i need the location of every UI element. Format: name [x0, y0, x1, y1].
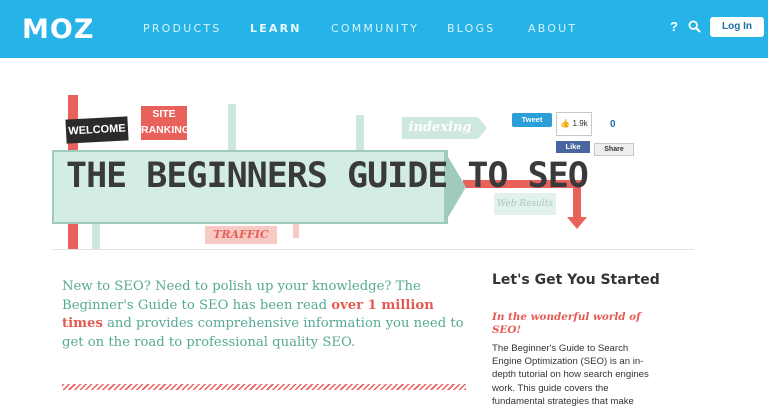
hero-connector-line	[92, 222, 100, 250]
nav-blogs[interactable]: BLOGS	[447, 22, 495, 35]
intro-paragraph: New to SEO? Need to polish up your knowl…	[62, 278, 464, 352]
hero-connector-line	[228, 104, 236, 150]
hatched-divider	[62, 384, 466, 390]
tweet-button[interactable]: Tweet	[512, 113, 552, 127]
arrow-down-icon	[567, 217, 587, 229]
site-ranking-sign: SITE RANKING	[141, 106, 190, 140]
login-button[interactable]: Log In	[710, 17, 764, 37]
thumbs-up-icon: 👍	[560, 119, 571, 128]
hero-pink-arrow	[293, 222, 299, 238]
sidebar-body: The Beginner's Guide to Search Engine Op…	[492, 343, 649, 407]
like-count-box: 👍 1.9k	[556, 112, 592, 136]
web-results-sign: Web Results	[494, 193, 556, 215]
help-icon[interactable]: ?	[670, 19, 678, 34]
hero-divider	[52, 249, 694, 250]
share-button[interactable]: Share	[594, 143, 634, 156]
welcome-sign: WELCOME	[65, 116, 129, 144]
traffic-sign: TRAFFIC	[205, 226, 277, 244]
indexing-sign: indexing	[402, 117, 478, 139]
moz-logo[interactable]: MOZ	[22, 14, 94, 45]
share-count: 0	[610, 119, 616, 130]
search-icon[interactable]	[688, 20, 701, 33]
nav-community[interactable]: COMMUNITY	[331, 22, 419, 35]
nav-learn[interactable]: LEARN	[250, 22, 302, 35]
hero-connector-line	[356, 115, 364, 150]
hero-title: THE BEGINNERS GUIDE TO SEO	[66, 156, 589, 196]
intro-text: and provides comprehensive information y…	[62, 316, 464, 350]
top-navigation-bar: MOZ PRODUCTS LEARN COMMUNITY BLOGS ABOUT…	[0, 0, 768, 58]
like-count: 1.9k	[572, 119, 588, 128]
sidebar-subtitle: In the wonderful world of SEO!	[492, 311, 641, 336]
nav-about[interactable]: ABOUT	[528, 22, 577, 35]
indexing-arrow	[478, 117, 487, 139]
nav-products[interactable]: PRODUCTS	[143, 22, 221, 35]
facebook-like-button[interactable]: Like	[556, 141, 590, 153]
sidebar-title: Let's Get You Started	[492, 272, 660, 288]
